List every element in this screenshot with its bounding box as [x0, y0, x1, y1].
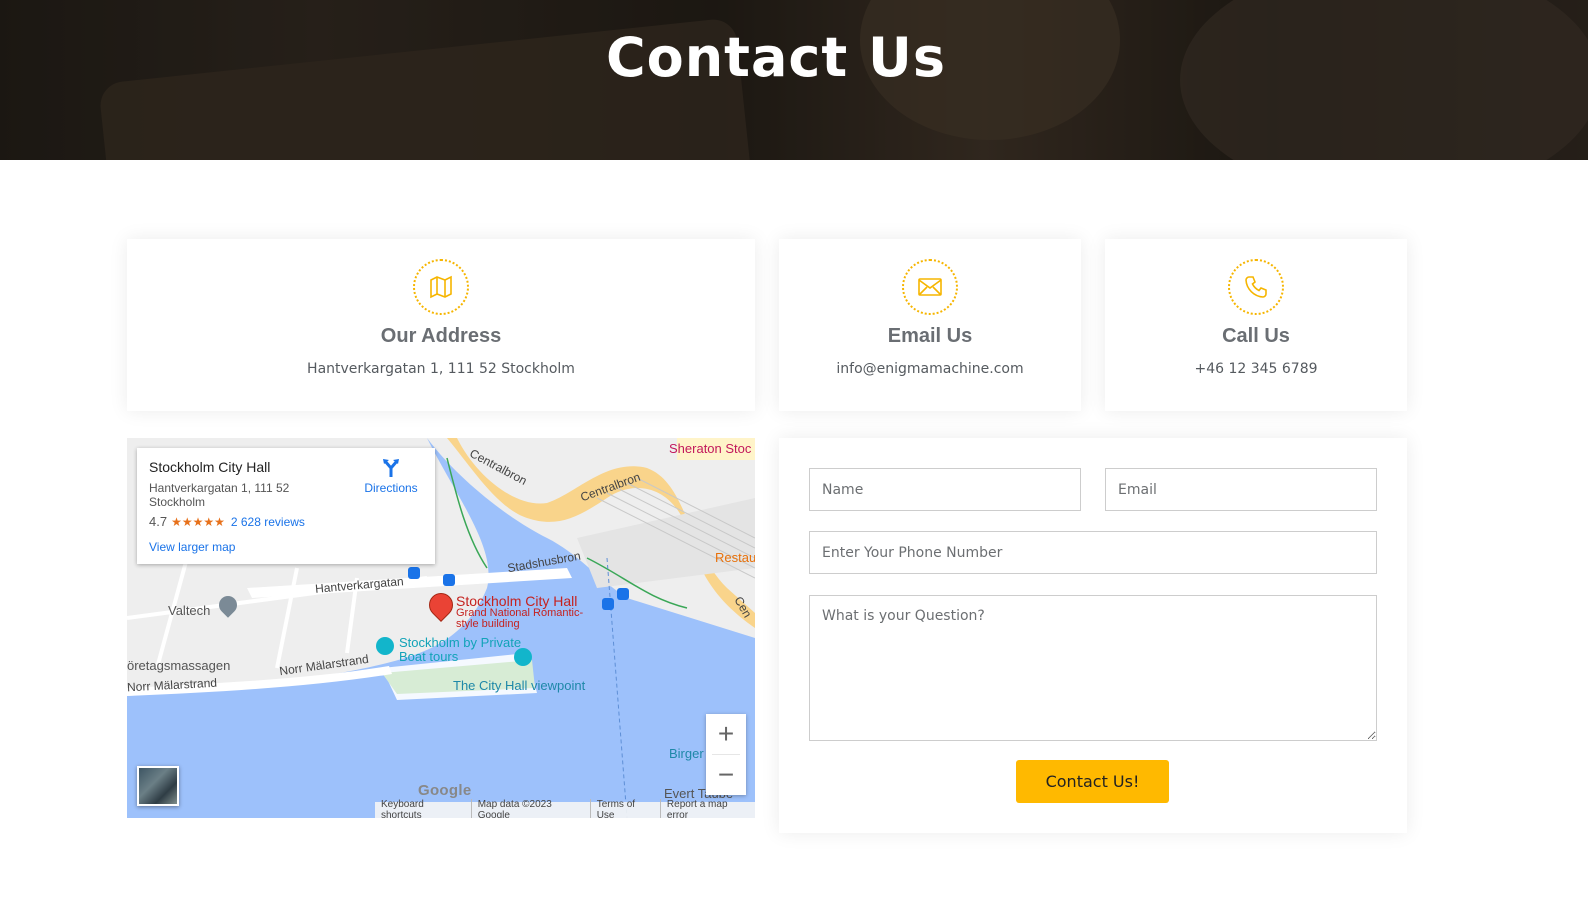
bus-stop-icon[interactable] [617, 588, 629, 600]
address-card: Our Address Hantverkargatan 1, 111 52 St… [127, 239, 755, 411]
map-label-sheraton: Sheraton Stoc [669, 441, 752, 456]
satellite-toggle-button[interactable] [137, 766, 179, 806]
email-text[interactable]: info@enigmamachine.com [779, 361, 1081, 377]
marker-subtitle: Grand National Romantic-style building [456, 607, 584, 630]
map-icon [413, 259, 469, 315]
map-label-valtech: Valtech [168, 603, 211, 618]
envelope-icon [902, 259, 958, 315]
phone-title: Call Us [1222, 325, 1290, 347]
page-title: Contact Us [605, 26, 947, 89]
name-input[interactable] [809, 468, 1081, 511]
zoom-controls: + − [706, 714, 746, 795]
map-attribution: Keyboard shortcuts Map data ©2023 Google… [375, 799, 755, 818]
phone-text[interactable]: +46 12 345 6789 [1105, 361, 1407, 377]
directions-label: Directions [364, 481, 418, 495]
directions-icon [383, 459, 399, 477]
map-data-text: Map data ©2023 Google [472, 799, 591, 818]
bus-stop-icon[interactable] [602, 598, 614, 610]
keyboard-shortcuts-link[interactable]: Keyboard shortcuts [375, 799, 472, 818]
map-label-boat-tours: Stockholm by Private Boat tours [399, 635, 522, 664]
submit-button[interactable]: Contact Us! [1016, 760, 1169, 803]
bus-stop-icon[interactable] [408, 567, 420, 579]
google-logo: Google [418, 782, 472, 799]
terms-of-use-link[interactable]: Terms of Use [591, 799, 661, 818]
phone-input[interactable] [809, 531, 1377, 574]
contact-form: Contact Us! [779, 438, 1407, 833]
place-address: Hantverkargatan 1, 111 52 Stockholm [149, 481, 290, 509]
place-info-card: Stockholm City Hall Hantverkargatan 1, 1… [137, 448, 435, 564]
email-card: Email Us info@enigmamachine.com [779, 239, 1081, 411]
report-map-error-link[interactable]: Report a map error [661, 799, 755, 818]
address-text: Hantverkargatan 1, 111 52 Stockholm [307, 361, 575, 377]
place-name: Stockholm City Hall [149, 459, 271, 475]
reviews-link[interactable]: 2 628 reviews [231, 515, 305, 529]
bus-stop-icon[interactable] [443, 574, 455, 586]
question-textarea[interactable] [809, 595, 1377, 741]
star-rating-icon: ★★★★★ [171, 515, 225, 529]
phone-card: Call Us +46 12 345 6789 [1105, 239, 1407, 411]
email-title: Email Us [887, 325, 973, 347]
map-label-viewpoint: The City Hall viewpoint [453, 678, 586, 693]
camera-icon[interactable] [376, 637, 394, 655]
zoom-in-button[interactable]: + [706, 714, 746, 754]
map-label-birger: Birger [669, 746, 704, 761]
map-label-restaurant: Restau [715, 550, 755, 565]
phone-icon [1228, 259, 1284, 315]
directions-button[interactable]: Directions [361, 456, 421, 495]
rating-value: 4.7 [149, 514, 168, 529]
address-title: Our Address [380, 325, 502, 347]
zoom-out-button[interactable]: − [706, 755, 746, 795]
email-input[interactable] [1105, 468, 1377, 511]
view-larger-map-link[interactable]: View larger map [149, 540, 235, 554]
hero-banner: Contact Us [0, 0, 1588, 160]
camera-icon[interactable] [514, 648, 532, 666]
place-rating: 4.7 ★★★★★ 2 628 reviews [149, 514, 305, 529]
google-map[interactable]: Sheraton Stoc Centralbron Centralbron Re… [127, 438, 755, 818]
map-label-business: öretagsmassagen [127, 658, 231, 673]
